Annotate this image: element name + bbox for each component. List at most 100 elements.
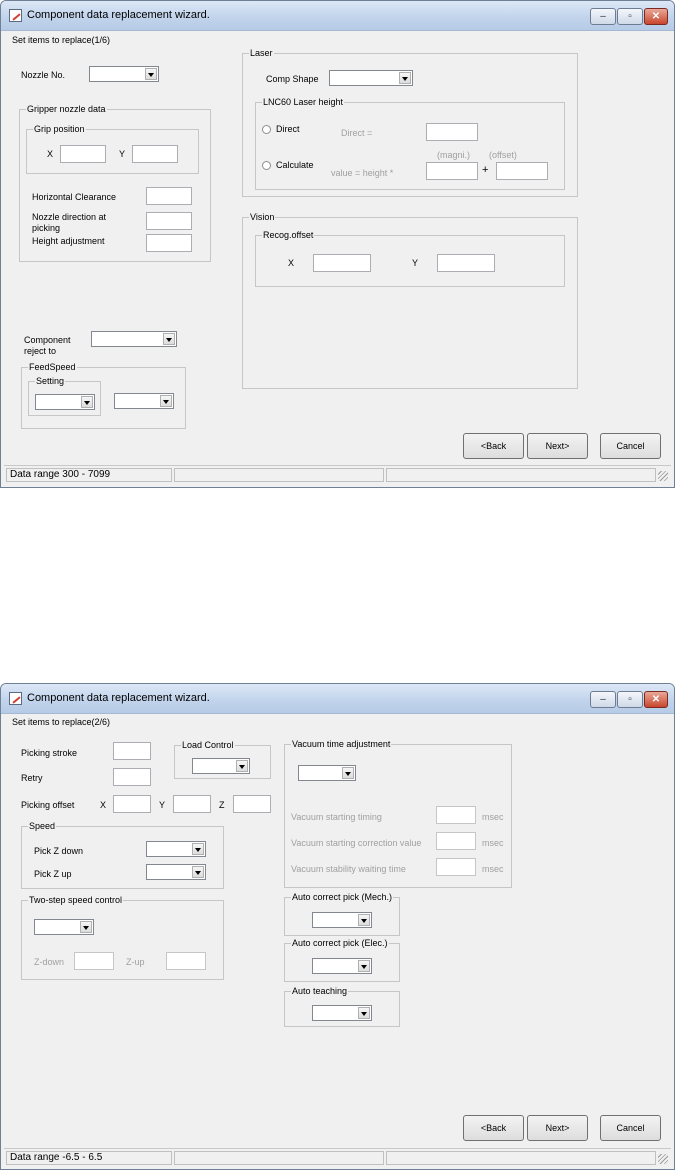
horizontal-clearance-field[interactable] bbox=[146, 187, 192, 205]
resize-grip-icon[interactable] bbox=[658, 471, 668, 481]
pick-z-up-dropdown[interactable] bbox=[146, 864, 206, 880]
pick-z-down-dropdown[interactable] bbox=[146, 841, 206, 857]
two-step-speed-group: Two-step speed control Z-down Z-up bbox=[21, 895, 224, 980]
grip-position-group: Grip position X Y bbox=[26, 124, 199, 174]
minimize-icon[interactable]: – bbox=[590, 8, 616, 25]
title-bar[interactable]: Component data replacement wizard. – ▫ ✕ bbox=[1, 684, 674, 714]
chevron-down-icon[interactable] bbox=[236, 760, 248, 772]
group-title: Setting bbox=[35, 376, 66, 387]
recog-y-field[interactable] bbox=[437, 254, 495, 272]
magni-field[interactable] bbox=[426, 162, 478, 180]
picking-offset-y-field[interactable] bbox=[173, 795, 211, 813]
cancel-button[interactable]: Cancel bbox=[600, 433, 661, 459]
maximize-icon[interactable]: ▫ bbox=[617, 8, 643, 25]
direct-field[interactable] bbox=[426, 123, 478, 141]
vacuum-stability-waiting-field[interactable] bbox=[436, 858, 476, 876]
back-button[interactable]: <Back bbox=[463, 433, 524, 459]
close-icon[interactable]: ✕ bbox=[644, 691, 668, 708]
group-title: Laser bbox=[249, 48, 274, 59]
grip-y-field[interactable] bbox=[132, 145, 178, 163]
speed-group: Speed Pick Z down Pick Z up bbox=[21, 821, 224, 889]
offset-field[interactable] bbox=[496, 162, 548, 180]
retry-field[interactable] bbox=[113, 768, 151, 786]
recog-x-field[interactable] bbox=[313, 254, 371, 272]
chevron-down-icon[interactable] bbox=[160, 395, 172, 407]
magni-label: (magni.) bbox=[437, 150, 471, 160]
two-step-dropdown[interactable] bbox=[34, 919, 94, 935]
recog-offset-group: Recog.offset X Y bbox=[255, 230, 565, 287]
chevron-down-icon[interactable] bbox=[81, 396, 93, 408]
vacuum-dropdown[interactable] bbox=[298, 765, 356, 781]
y-label: Y bbox=[159, 800, 166, 810]
load-control-dropdown[interactable] bbox=[192, 758, 250, 774]
window-title: Component data replacement wizard. bbox=[27, 9, 210, 21]
group-title: Recog.offset bbox=[262, 230, 315, 241]
close-icon[interactable]: ✕ bbox=[644, 8, 668, 25]
group-title: Grip position bbox=[33, 124, 86, 135]
y-label: Y bbox=[119, 149, 126, 159]
vision-group: Vision Recog.offset X Y bbox=[242, 212, 578, 389]
picking-stroke-field[interactable] bbox=[113, 742, 151, 760]
setting-dropdown[interactable] bbox=[35, 394, 95, 410]
chevron-down-icon[interactable] bbox=[192, 843, 204, 855]
nozzle-direction-field[interactable] bbox=[146, 212, 192, 230]
chevron-down-icon[interactable] bbox=[358, 1007, 370, 1019]
calculate-radio[interactable] bbox=[262, 161, 271, 170]
chevron-down-icon[interactable] bbox=[145, 68, 157, 80]
component-reject-dropdown[interactable] bbox=[91, 331, 177, 347]
group-title: Gripper nozzle data bbox=[26, 104, 107, 115]
group-title: Speed bbox=[28, 821, 57, 832]
maximize-icon[interactable]: ▫ bbox=[617, 691, 643, 708]
group-title: LNC60 Laser height bbox=[262, 97, 345, 108]
grip-x-field[interactable] bbox=[60, 145, 106, 163]
chevron-down-icon[interactable] bbox=[399, 72, 411, 84]
chevron-down-icon[interactable] bbox=[80, 921, 92, 933]
auto-teaching-dropdown[interactable] bbox=[312, 1005, 372, 1021]
step-label: Set items to replace(1/6) bbox=[12, 35, 111, 45]
group-title: Auto correct pick (Elec.) bbox=[291, 938, 389, 949]
load-control-group: Load Control bbox=[174, 740, 271, 779]
direct-radio[interactable] bbox=[262, 125, 271, 134]
auto-correct-pick-mech-group: Auto correct pick (Mech.) bbox=[284, 892, 400, 936]
next-button[interactable]: Next> bbox=[527, 1115, 588, 1141]
z-up-field[interactable] bbox=[166, 952, 206, 970]
status-pane-3 bbox=[386, 468, 656, 482]
cancel-button[interactable]: Cancel bbox=[600, 1115, 661, 1141]
resize-grip-icon[interactable] bbox=[658, 1154, 668, 1164]
vacuum-starting-timing-field[interactable] bbox=[436, 806, 476, 824]
chevron-down-icon[interactable] bbox=[358, 960, 370, 972]
wizard-body: Set items to replace(2/6) Picking stroke… bbox=[4, 715, 671, 1147]
feedspeed-dropdown[interactable] bbox=[114, 393, 174, 409]
status-pane-2 bbox=[174, 1151, 384, 1165]
chevron-down-icon[interactable] bbox=[358, 914, 370, 926]
z-down-label: Z-down bbox=[34, 957, 65, 967]
z-down-field[interactable] bbox=[74, 952, 114, 970]
status-bar: Data range 300 - 7099 bbox=[4, 465, 671, 483]
minimize-icon[interactable]: – bbox=[590, 691, 616, 708]
auto-correct-elec-dropdown[interactable] bbox=[312, 958, 372, 974]
chevron-down-icon[interactable] bbox=[342, 767, 354, 779]
chevron-down-icon[interactable] bbox=[192, 866, 204, 878]
x-label: X bbox=[288, 258, 295, 268]
group-title: Two-step speed control bbox=[28, 895, 124, 906]
app-icon bbox=[9, 9, 22, 22]
vacuum-starting-timing-label: Vacuum starting timing bbox=[291, 812, 382, 822]
picking-offset-z-field[interactable] bbox=[233, 795, 271, 813]
height-adjustment-field[interactable] bbox=[146, 234, 192, 252]
title-bar[interactable]: Component data replacement wizard. – ▫ ✕ bbox=[1, 1, 674, 31]
next-button[interactable]: Next> bbox=[527, 433, 588, 459]
vacuum-starting-correction-field[interactable] bbox=[436, 832, 476, 850]
picking-offset-x-field[interactable] bbox=[113, 795, 151, 813]
status-text: Data range 300 - 7099 bbox=[6, 468, 172, 482]
auto-correct-mech-dropdown[interactable] bbox=[312, 912, 372, 928]
auto-teaching-group: Auto teaching bbox=[284, 986, 400, 1027]
comp-shape-dropdown[interactable] bbox=[329, 70, 413, 86]
vacuum-time-group: Vacuum time adjustment Vacuum starting t… bbox=[284, 739, 512, 888]
back-button[interactable]: <Back bbox=[463, 1115, 524, 1141]
msec-unit: msec bbox=[482, 864, 504, 874]
group-title: Auto teaching bbox=[291, 986, 349, 997]
calculate-label: Calculate bbox=[276, 160, 314, 170]
nozzle-no-dropdown[interactable] bbox=[89, 66, 159, 82]
group-title: Auto correct pick (Mech.) bbox=[291, 892, 394, 903]
chevron-down-icon[interactable] bbox=[163, 333, 175, 345]
